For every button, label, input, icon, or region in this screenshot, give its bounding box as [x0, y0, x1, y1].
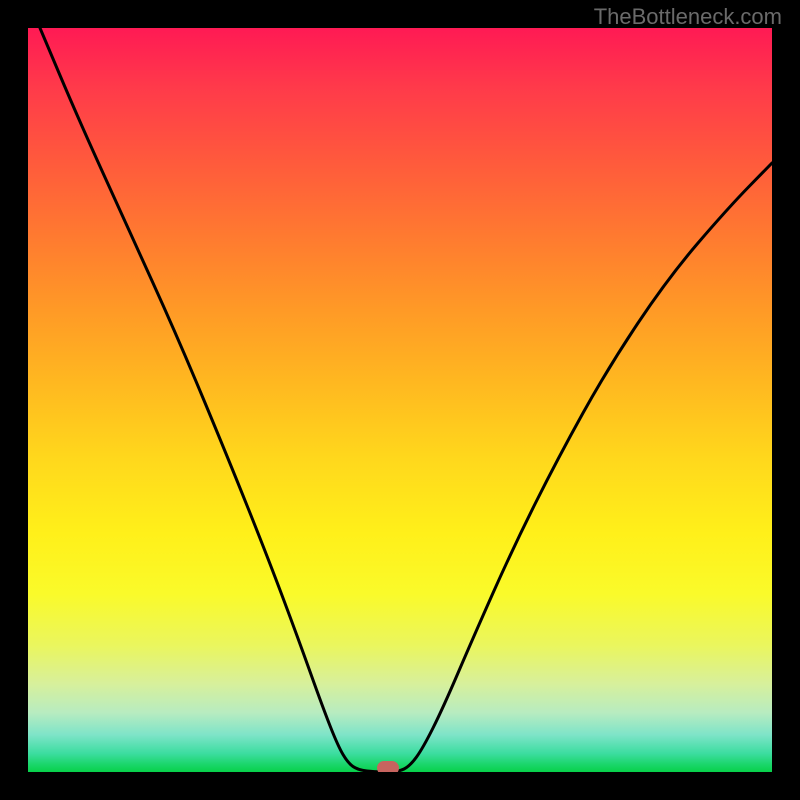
optimal-point-marker: [377, 761, 399, 772]
bottleneck-curve: [40, 28, 772, 772]
plot-area: [28, 28, 772, 772]
watermark-text: TheBottleneck.com: [594, 4, 782, 30]
curve-svg: [28, 28, 772, 772]
